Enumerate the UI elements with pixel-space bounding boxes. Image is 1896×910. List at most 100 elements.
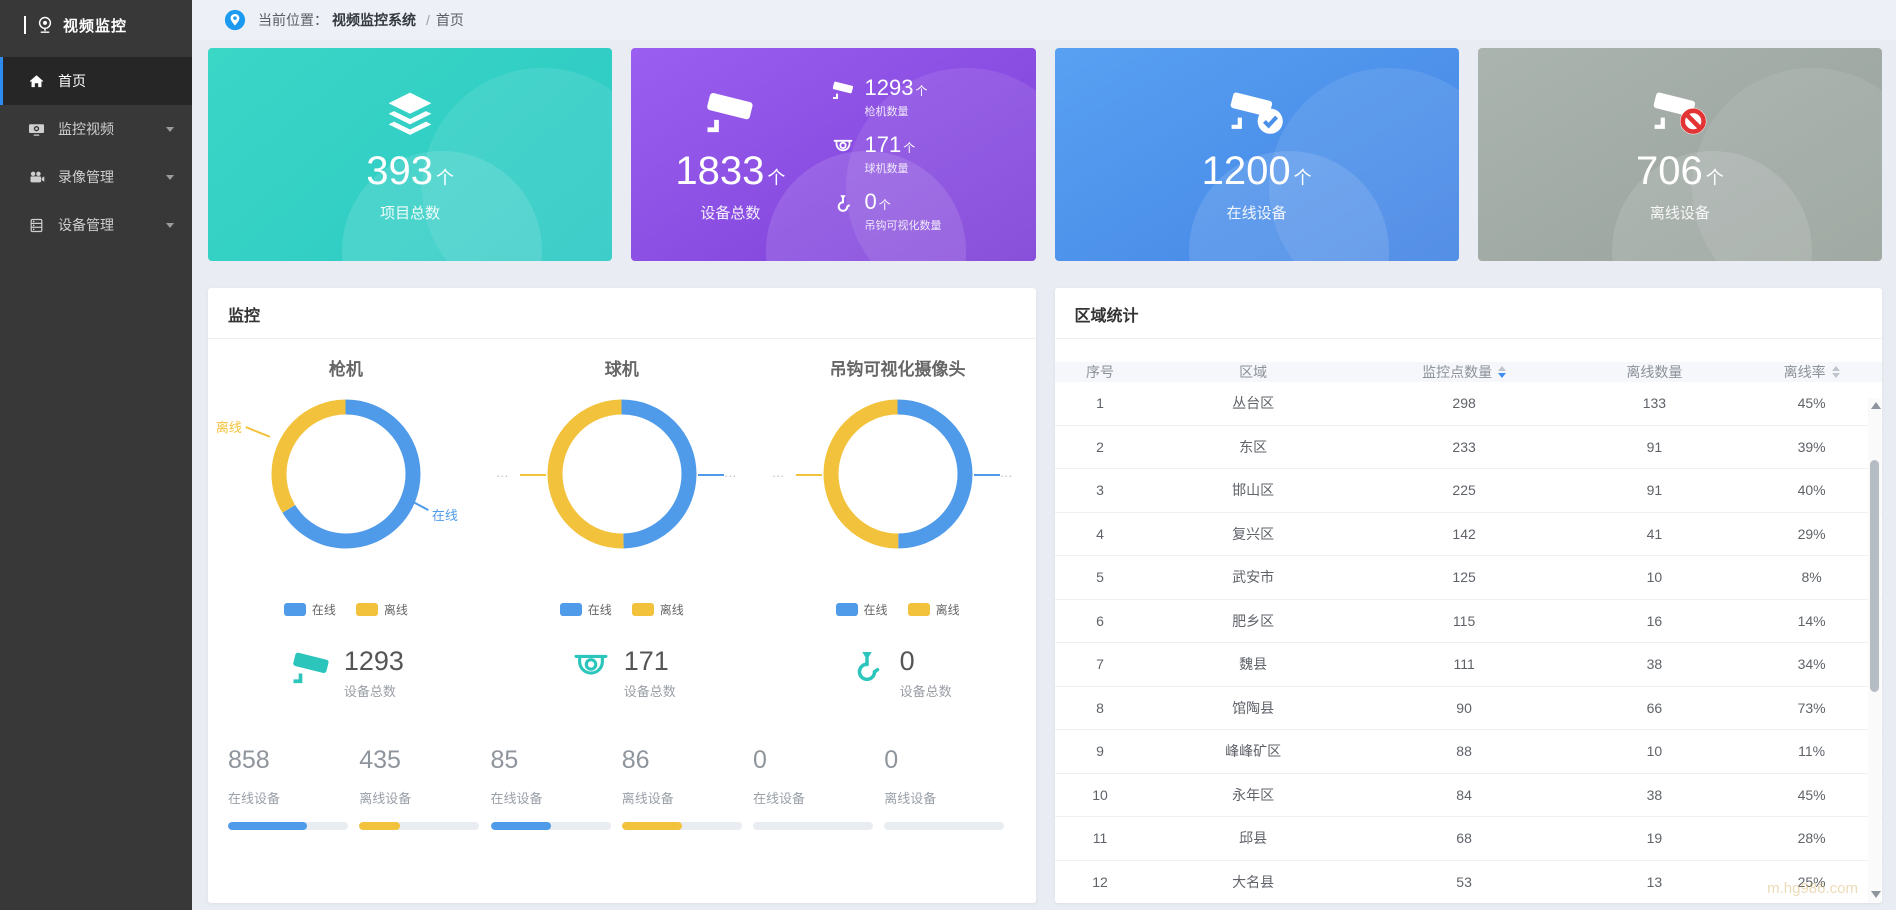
- app-root: 视频监控 首页监控视频录像管理设备管理 当前位置： 视频监控系统 / 首页 39…: [0, 0, 1896, 910]
- sidebar-item-label: 监控视频: [58, 119, 114, 139]
- device-stat-球机-离线设备: 86 离线设备: [622, 746, 753, 830]
- donut-area: … …: [484, 387, 760, 583]
- legend-item-在线[interactable]: 在线: [560, 601, 612, 618]
- breadcrumb-prefix: 当前位置：: [258, 10, 328, 30]
- table-row-馆陶县: 8馆陶县906673%: [1055, 687, 1883, 731]
- chart-legend: 在线 离线: [760, 601, 1036, 618]
- stat-progress-fill: [491, 822, 551, 830]
- logo-divider: [24, 16, 26, 34]
- cell-offline: 16: [1568, 613, 1742, 629]
- card-main: 706个 离线设备: [1478, 48, 1882, 261]
- cell-region: 魏县: [1146, 654, 1361, 674]
- stat-card-离线设备: 706个 离线设备: [1478, 48, 1882, 261]
- legend-item-离线[interactable]: 离线: [632, 601, 684, 618]
- stat-value: 0: [884, 746, 1015, 775]
- sidebar-menu: 首页监控视频录像管理设备管理: [0, 57, 192, 249]
- breadcrumb-root[interactable]: 视频监控系统: [332, 10, 416, 30]
- stat-progress-fill: [359, 822, 400, 830]
- card-value: 706个: [1636, 149, 1724, 193]
- table-row-永年区: 10永年区843845%: [1055, 774, 1883, 818]
- cell-points: 88: [1361, 743, 1568, 759]
- stat-progress-track: [753, 822, 873, 830]
- sidebar-item-device-manage[interactable]: 设备管理: [0, 201, 192, 249]
- scroll-down-arrow[interactable]: [1871, 891, 1881, 898]
- cell-offline: 133: [1568, 395, 1742, 411]
- cell-rate: 40%: [1741, 482, 1882, 498]
- stat-label: 在线设备: [491, 788, 622, 807]
- dome-camera-icon: [568, 648, 614, 690]
- sort-carets-icon: [1498, 366, 1506, 378]
- donut-label-truncated: …: [496, 465, 509, 480]
- cell-points: 53: [1361, 874, 1568, 890]
- col-header-序号: 序号: [1055, 362, 1146, 382]
- scroll-up-arrow[interactable]: [1871, 402, 1881, 409]
- col-header-监控点数量[interactable]: 监控点数量: [1361, 362, 1568, 382]
- legend-swatch: [632, 603, 654, 616]
- chart-title: 球机: [484, 355, 760, 383]
- device-stat-吊钩可视化摄像头-在线设备: 0 在线设备: [753, 746, 884, 830]
- cell-region: 复兴区: [1146, 524, 1361, 544]
- stat-progress-track: [622, 822, 742, 830]
- sidebar-item-record-manage[interactable]: 录像管理: [0, 153, 192, 201]
- stat-label: 离线设备: [622, 788, 753, 807]
- monitor-video-icon: [28, 121, 45, 138]
- cell-seq: 3: [1055, 482, 1146, 498]
- label-leader-line: [796, 474, 822, 476]
- cell-seq: 9: [1055, 743, 1146, 759]
- cell-seq: 7: [1055, 656, 1146, 672]
- cell-rate: 73%: [1741, 700, 1882, 716]
- chevron-down-icon: [166, 223, 174, 228]
- sidebar-item-label: 录像管理: [58, 167, 114, 187]
- donut-area: 离线 在线: [208, 387, 484, 583]
- sidebar-item-monitor-video[interactable]: 监控视频: [0, 105, 192, 153]
- table-scrollbar[interactable]: [1868, 398, 1881, 903]
- table-row-大名县: 12大名县531325%: [1055, 861, 1883, 904]
- sidebar: 视频监控 首页监控视频录像管理设备管理: [0, 0, 192, 910]
- stat-cards-row: 393个 项目总数 1833个 设备总数 1293个 枪机数量 171个 球机数…: [208, 48, 1882, 261]
- card-main: 1200个 在线设备: [1055, 48, 1459, 261]
- substat-label: 枪机数量: [865, 103, 928, 119]
- stat-progress-track: [228, 822, 348, 830]
- card-substat-吊钩可视化数量: 0个 吊钩可视化数量: [830, 191, 1026, 233]
- cell-rate: 14%: [1741, 613, 1882, 629]
- bullet-camera-icon: [830, 79, 856, 103]
- stat-value: 0: [753, 746, 884, 775]
- cell-region: 武安市: [1146, 567, 1361, 587]
- card-substats: 1293个 枪机数量 171个 球机数量 0个 吊钩可视化数量: [830, 48, 1036, 261]
- table-row-邱县: 11邱县681928%: [1055, 817, 1883, 861]
- table-row-峰峰矿区: 9峰峰矿区881011%: [1055, 730, 1883, 774]
- col-header-离线率[interactable]: 离线率: [1741, 362, 1882, 382]
- stat-label: 离线设备: [884, 788, 1015, 807]
- legend-item-在线[interactable]: 在线: [284, 601, 336, 618]
- card-main: 1833个 设备总数: [631, 48, 829, 261]
- cell-region: 邯山区: [1146, 480, 1361, 500]
- cell-seq: 12: [1055, 874, 1146, 890]
- total-label: 设备总数: [900, 681, 952, 700]
- cell-offline: 10: [1568, 743, 1742, 759]
- stat-label: 离线设备: [359, 788, 490, 807]
- stat-value: 435: [359, 746, 490, 775]
- table-row-丛台区: 1丛台区29813345%: [1055, 382, 1883, 426]
- device-icon: [28, 217, 45, 234]
- cell-points: 68: [1361, 830, 1568, 846]
- sidebar-item-home[interactable]: 首页: [0, 57, 192, 105]
- panels-row: 监控 枪机 离线 在线 在线 离线 1293 设备总数球机 … … 在线 离线 …: [208, 288, 1882, 903]
- cell-offline: 41: [1568, 526, 1742, 542]
- cell-rate: 34%: [1741, 656, 1882, 672]
- stat-card-在线设备: 1200个 在线设备: [1055, 48, 1459, 261]
- cell-seq: 2: [1055, 439, 1146, 455]
- cell-offline: 13: [1568, 874, 1742, 890]
- card-label: 项目总数: [380, 202, 440, 223]
- camera-online-icon: [1227, 87, 1287, 141]
- cell-seq: 10: [1055, 787, 1146, 803]
- col-header-区域: 区域: [1146, 362, 1361, 382]
- donut-ring: [547, 399, 697, 549]
- legend-item-离线[interactable]: 离线: [908, 601, 960, 618]
- legend-item-离线[interactable]: 离线: [356, 601, 408, 618]
- scrollbar-thumb[interactable]: [1870, 460, 1879, 692]
- cell-points: 142: [1361, 526, 1568, 542]
- sort-carets-icon: [1832, 366, 1840, 378]
- cell-points: 90: [1361, 700, 1568, 716]
- legend-swatch: [560, 603, 582, 616]
- legend-item-在线[interactable]: 在线: [836, 601, 888, 618]
